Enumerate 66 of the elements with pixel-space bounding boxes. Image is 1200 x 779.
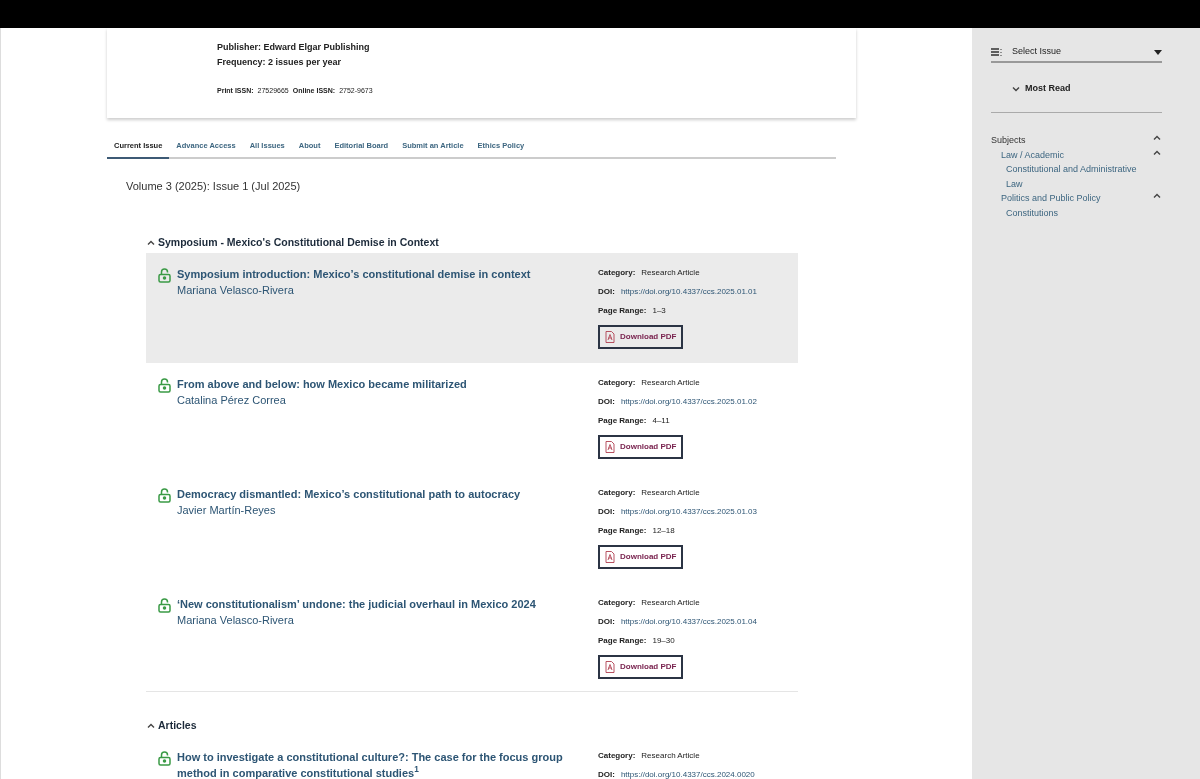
list-icon: [991, 48, 1002, 56]
dropdown-caret-icon: [1154, 49, 1162, 55]
article-title-link[interactable]: From above and below: how Mexico became militarized: [177, 375, 467, 392]
open-lock-icon: [158, 377, 171, 393]
category-label: Category:: [598, 267, 636, 279]
doi-label: DOI:: [598, 769, 615, 779]
category-label: Category:: [598, 750, 636, 762]
most-read-toggle[interactable]: Most Read: [1025, 81, 1071, 96]
category-value: Research Article: [641, 267, 700, 279]
author-link[interactable]: Javier Martín-Reyes: [177, 501, 521, 518]
page-range-label: Page Range:: [598, 305, 647, 317]
doi-label: DOI:: [598, 286, 615, 298]
doi-link[interactable]: https://doi.org/10.4337/ccs.2024.0020: [620, 769, 755, 779]
download-pdf-button[interactable]: Download PDF: [598, 434, 684, 459]
category-label: Category:: [598, 377, 636, 389]
category-label: Category:: [598, 597, 636, 609]
subject-link[interactable]: Politics and Public Policy: [1001, 191, 1151, 206]
chevron-icon[interactable]: [1152, 191, 1162, 201]
doi-label: DOI:: [598, 616, 615, 628]
pdf-file-icon: [605, 330, 615, 343]
page-range-value: 19–30: [652, 635, 675, 647]
open-lock-icon: [158, 750, 171, 766]
pdf-file-icon: [605, 660, 615, 673]
subject-link[interactable]: Law / Academic: [1001, 147, 1151, 162]
category-value: Research Article: [641, 377, 700, 389]
article-title-link[interactable]: How to investigate a constitutional culture?: The case for the focus group method in comparative constitutional studies$^{1}$: [177, 748, 597, 779]
section-heading: Articles: [158, 717, 197, 733]
open-lock-icon: [158, 597, 171, 613]
page-range-value: 1–3: [652, 305, 666, 317]
author-link[interactable]: Mariana Velasco-Rivera: [177, 281, 531, 298]
article-title-link[interactable]: ‘New constitutionalism’ undone: the judicial overhaul in Mexico 2024: [177, 595, 536, 612]
download-pdf-button[interactable]: Download PDF: [598, 654, 684, 679]
article-title-link[interactable]: Democracy dismantled: Mexico’s constitutional path to autocracy: [177, 485, 521, 502]
author-link[interactable]: Mariana Velasco-Rivera: [177, 611, 536, 628]
subject-link[interactable]: Constitutions: [1006, 205, 1151, 220]
page-range-label: Page Range:: [598, 525, 647, 537]
category-value: Research Article: [641, 597, 700, 609]
section-heading: Symposium - Mexico's Constitutional Demise in Context: [158, 234, 439, 250]
doi-link[interactable]: https://doi.org/10.4337/ccs.2025.01.01: [620, 286, 757, 298]
doi-link[interactable]: https://doi.org/10.4337/ccs.2025.01.03: [620, 506, 757, 518]
subject-link[interactable]: Constitutional and Administrative Law: [1006, 162, 1151, 191]
pdf-file-icon: [605, 550, 615, 563]
download-pdf-button[interactable]: Download PDF: [598, 324, 684, 349]
doi-link[interactable]: https://doi.org/10.4337/ccs.2025.01.02: [620, 396, 757, 408]
chevron-icon[interactable]: [1152, 133, 1162, 143]
frequency-text: Frequency: 2 issues per year: [217, 56, 343, 69]
select-issue-dropdown[interactable]: Select Issue: [991, 45, 1162, 63]
open-lock-icon: [158, 487, 171, 503]
doi-label: DOI:: [598, 506, 615, 518]
category-value: Research Article: [641, 750, 700, 762]
pdf-file-icon: [605, 440, 615, 453]
doi-label: DOI:: [598, 396, 615, 408]
doi-link[interactable]: https://doi.org/10.4337/ccs.2025.01.04: [620, 616, 757, 628]
category-label: Category:: [598, 487, 636, 499]
subjects-heading[interactable]: Subjects: [991, 133, 1141, 148]
page-range-label: Page Range:: [598, 415, 647, 427]
page-range-value: 4–11: [652, 415, 670, 427]
page-range-label: Page Range:: [598, 635, 647, 647]
author-link[interactable]: Catalina Pérez Correa: [177, 391, 467, 408]
article-title-link[interactable]: Symposium introduction: Mexico’s constitutional demise in context: [177, 265, 531, 282]
download-pdf-button[interactable]: Download PDF: [598, 544, 684, 569]
open-lock-icon: [158, 267, 171, 283]
issue-title: Volume 3 (2025): Issue 1 (Jul 2025): [126, 179, 302, 194]
page-range-value: 12–18: [652, 525, 675, 537]
category-value: Research Article: [641, 487, 700, 499]
publisher-text: Publisher: Edward Elgar Publishing: [217, 41, 371, 54]
